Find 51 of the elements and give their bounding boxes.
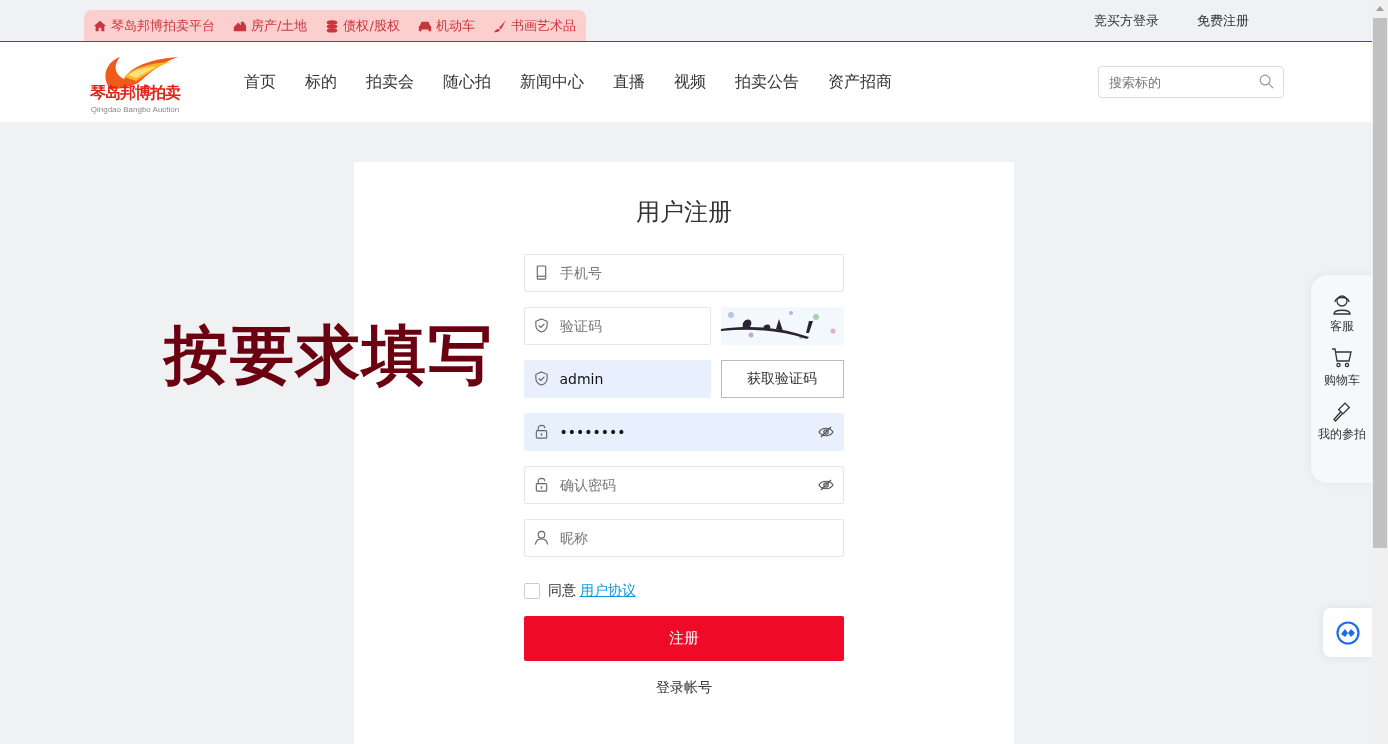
scrollbar-thumb[interactable]	[1373, 18, 1387, 548]
headset-icon	[1330, 293, 1353, 315]
eye-hidden-icon[interactable]	[817, 426, 834, 438]
input-field[interactable]: 手机号	[523, 254, 844, 292]
float-menu-item[interactable]: 客服	[1329, 318, 1354, 335]
gavel-icon	[1330, 401, 1353, 423]
get-code-button[interactable]: 获取验证码	[720, 360, 844, 398]
top-link[interactable]: 竞买方登录	[1094, 11, 1159, 30]
float-menu-item[interactable]: 购物车	[1323, 372, 1360, 389]
nav-item[interactable]: 随心拍	[443, 71, 491, 93]
category-link[interactable]: 机动车	[435, 16, 475, 35]
nav-item[interactable]: 拍卖会	[366, 71, 414, 93]
home-icon	[93, 18, 107, 33]
float-menu-item[interactable]: 我的参拍	[1317, 426, 1366, 443]
user-icon	[533, 530, 549, 545]
assistant-button[interactable]	[1323, 608, 1372, 657]
nav-item[interactable]: 直播	[613, 71, 645, 93]
category-link[interactable]: 琴岛邦博拍卖平台	[111, 16, 215, 35]
input-field[interactable]: 验证码	[523, 307, 711, 345]
category-link[interactable]: 书画艺术品	[510, 16, 576, 35]
input-field[interactable]: 昵称	[523, 519, 844, 557]
nav-item[interactable]: 首页	[244, 71, 276, 93]
nav-item[interactable]: 资产招商	[828, 71, 892, 93]
input-field[interactable]: 确认密码	[523, 466, 844, 504]
nav-item[interactable]: 拍卖公告	[735, 71, 799, 93]
category-link[interactable]: 房产/土地	[251, 16, 308, 35]
shield-icon	[533, 371, 549, 386]
nav-item[interactable]: 新闻中心	[520, 71, 584, 93]
nav-item[interactable]: 视频	[674, 71, 706, 93]
lock-icon	[533, 477, 549, 492]
eye-hidden-icon[interactable]	[817, 479, 834, 491]
register-button[interactable]: 注册	[523, 616, 844, 661]
input-field[interactable]: ••••••••	[523, 413, 844, 451]
coins-icon	[325, 18, 340, 33]
assistant-icon	[1335, 620, 1360, 645]
search-icon[interactable]	[1259, 74, 1274, 89]
agreement-text: 同意	[547, 582, 576, 600]
logo-text[interactable]: 琴岛邦博拍卖	[90, 82, 180, 104]
nav-item[interactable]: 标的	[305, 71, 337, 93]
form-title: 用户注册	[635, 197, 732, 228]
agreement-checkbox[interactable]	[523, 583, 540, 599]
top-link[interactable]: 免费注册	[1197, 11, 1249, 30]
input-field[interactable]: admin	[523, 360, 711, 398]
category-link[interactable]: 债权/股权	[343, 16, 400, 35]
logo-subtitle: Qingdao Bangbo Auction	[90, 104, 180, 114]
shield-icon	[533, 318, 549, 333]
search-field[interactable]: 搜索标的	[1098, 66, 1284, 98]
lock-icon	[533, 424, 549, 439]
login-link[interactable]: 登录帐号	[655, 679, 712, 697]
annotation-text: 按要求填写	[164, 317, 494, 394]
cart-icon	[1330, 347, 1353, 369]
